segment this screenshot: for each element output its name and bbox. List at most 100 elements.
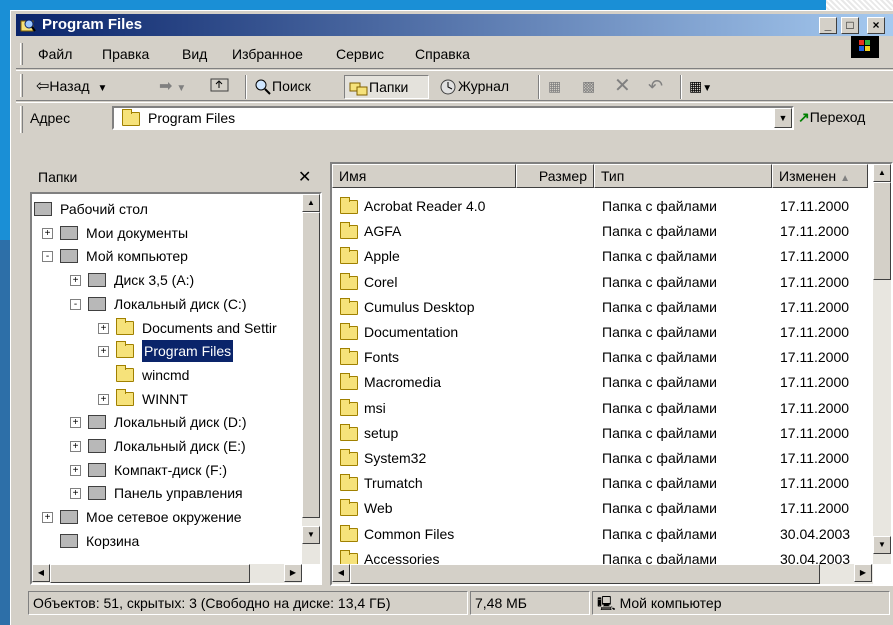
- folders-icon: [349, 82, 368, 96]
- tree-item-label: Documents and Settir: [142, 319, 277, 336]
- hard-drive-icon: [88, 439, 106, 453]
- file-row[interactable]: Acrobat Reader 4.0 Папка с файлами 17.11.2…: [332, 194, 872, 219]
- expand-icon[interactable]: +: [42, 227, 53, 239]
- file-scroll-thumb[interactable]: [873, 182, 891, 280]
- scroll-right-button[interactable]: ▶: [284, 564, 302, 582]
- menu-grip[interactable]: [20, 43, 23, 65]
- folder-icon: [340, 348, 358, 366]
- folder-icon: [340, 499, 358, 517]
- file-row[interactable]: Trumatch Папка с файлами 17.11.2000: [332, 471, 872, 496]
- file-row[interactable]: Cumulus Desktop Папка с файлами 17.11.2000: [332, 295, 872, 320]
- menu-bar: Файл Правка Вид Избранное Сервис Справка: [16, 40, 893, 69]
- folder-icon: [116, 364, 134, 382]
- collapse-icon[interactable]: -: [42, 251, 53, 263]
- back-dropdown-icon: ▼: [97, 83, 108, 94]
- expand-icon[interactable]: +: [70, 275, 81, 287]
- menu-tools[interactable]: Сервис: [336, 46, 384, 62]
- column-header-name[interactable]: Имя: [332, 164, 516, 188]
- file-row[interactable]: AGFA Папка с файлами 17.11.2000: [332, 219, 872, 244]
- back-button[interactable]: ⇦Назад ▼: [36, 75, 154, 99]
- tree-item-label: Мои документы: [86, 224, 189, 241]
- expand-icon[interactable]: +: [98, 393, 109, 405]
- background-band-left-lower: [0, 240, 10, 625]
- file-row[interactable]: Corel Папка с файлами 17.11.2000: [332, 270, 872, 295]
- column-header-size[interactable]: Размер: [516, 164, 594, 188]
- file-name: System32: [364, 450, 427, 466]
- file-type: Папка с файлами: [602, 298, 717, 315]
- file-row[interactable]: Web Папка с файлами 17.11.2000: [332, 496, 872, 521]
- up-folder-button[interactable]: [210, 75, 234, 99]
- views-icon: ▦: [689, 78, 703, 94]
- scroll-thumb[interactable]: [302, 212, 320, 518]
- views-button[interactable]: ▦▼: [689, 75, 723, 99]
- maximize-button[interactable]: □: [841, 17, 859, 34]
- tree-item-label: Мой компьютер: [86, 248, 188, 265]
- file-row[interactable]: Apple Папка с файлами 17.11.2000: [332, 244, 872, 269]
- delete-button[interactable]: ✕: [614, 75, 638, 99]
- tree-horizontal-scrollbar[interactable]: ◀ ▶: [32, 564, 302, 583]
- expand-icon[interactable]: +: [70, 417, 81, 429]
- address-dropdown-button[interactable]: ▼: [774, 108, 792, 128]
- expand-icon[interactable]: +: [98, 322, 109, 334]
- file-row[interactable]: Common Files Папка с файлами 30.04.2003: [332, 522, 872, 547]
- search-button[interactable]: Поиск: [254, 75, 334, 99]
- expand-icon[interactable]: +: [70, 441, 81, 452]
- scroll-up-button[interactable]: ▲: [302, 194, 320, 212]
- file-h-scroll-thumb[interactable]: [350, 564, 820, 584]
- folder-icon: [340, 449, 358, 466]
- history-button[interactable]: Журнал: [438, 75, 528, 99]
- file-row[interactable]: System32 Папка с файлами 17.11.2000: [332, 446, 872, 471]
- menu-view[interactable]: Вид: [182, 46, 207, 62]
- file-horizontal-scrollbar[interactable]: ◀ ▶: [332, 564, 873, 584]
- forward-button[interactable]: ➡ ▼: [159, 75, 199, 99]
- column-header-type[interactable]: Тип: [594, 164, 772, 188]
- file-row[interactable]: Macromedia Папка с файлами 17.11.2000: [332, 370, 872, 395]
- toolbar-separator: [245, 75, 247, 99]
- menu-edit[interactable]: Правка: [102, 46, 149, 62]
- file-scroll-left-button[interactable]: ◀: [332, 564, 350, 582]
- expand-icon[interactable]: +: [70, 488, 81, 500]
- file-row[interactable]: Fonts Папка с файлами 17.11.2000: [332, 345, 872, 370]
- tree-item-label: Корзина: [86, 532, 140, 549]
- go-button[interactable]: ↗Переход: [798, 109, 865, 126]
- folders-pane-header: Папки ✕: [30, 162, 322, 192]
- file-scroll-right-button[interactable]: ▶: [854, 564, 872, 582]
- h-scroll-thumb[interactable]: [50, 564, 250, 583]
- file-row[interactable]: Documentation Папка с файлами 17.11.2000: [332, 320, 872, 345]
- column-header-modified[interactable]: Изменен ▲: [772, 164, 868, 188]
- address-input[interactable]: Program Files ▼: [112, 106, 794, 130]
- expand-icon[interactable]: +: [42, 512, 53, 524]
- toolbar-grip[interactable]: [20, 74, 23, 97]
- menu-help[interactable]: Справка: [415, 46, 470, 62]
- expand-icon[interactable]: +: [70, 464, 81, 476]
- file-type: Папка с файлами: [602, 223, 717, 240]
- file-scroll-up-button[interactable]: ▲: [873, 164, 891, 182]
- file-row[interactable]: setup Папка с файлами 17.11.2000: [332, 421, 872, 446]
- file-type: Папка с файлами: [602, 324, 717, 340]
- close-folders-pane-icon[interactable]: ✕: [298, 167, 311, 187]
- file-row[interactable]: msi Папка с файлами 17.11.2000: [332, 396, 872, 421]
- title-bar[interactable]: Program Files _ □ ×: [16, 14, 893, 36]
- standard-toolbar: ⇦Назад ▼ ➡ ▼ Поиск Папки Журнал ▦ ▩ ✕ ↶ ▦▼: [16, 70, 893, 101]
- move-to-button[interactable]: ▦: [548, 75, 572, 99]
- expand-icon[interactable]: +: [98, 346, 109, 358]
- address-grip[interactable]: [20, 106, 23, 133]
- collapse-icon[interactable]: -: [70, 298, 81, 310]
- toolbar-separator-2: [538, 75, 540, 99]
- file-scroll-down-button[interactable]: ▼: [873, 536, 891, 554]
- folder-icon: [340, 222, 358, 240]
- scroll-down-button[interactable]: ▼: [302, 526, 320, 544]
- file-name: Cumulus Desktop: [364, 298, 475, 315]
- undo-button[interactable]: ↶: [648, 75, 672, 99]
- close-button[interactable]: ×: [867, 17, 885, 34]
- scroll-left-button[interactable]: ◀: [32, 564, 50, 582]
- menu-file[interactable]: Файл: [38, 46, 72, 62]
- pane-splitter[interactable]: [322, 162, 330, 586]
- minimize-button[interactable]: _: [819, 17, 837, 34]
- file-vertical-scrollbar[interactable]: ▲ ▼: [873, 164, 891, 564]
- move-to-icon: ▦: [548, 78, 562, 94]
- tree-vertical-scrollbar[interactable]: ▲ ▼: [302, 194, 320, 564]
- menu-favorites[interactable]: Избранное: [232, 46, 303, 62]
- copy-to-button[interactable]: ▩: [582, 75, 606, 99]
- folders-button[interactable]: Папки: [344, 75, 429, 99]
